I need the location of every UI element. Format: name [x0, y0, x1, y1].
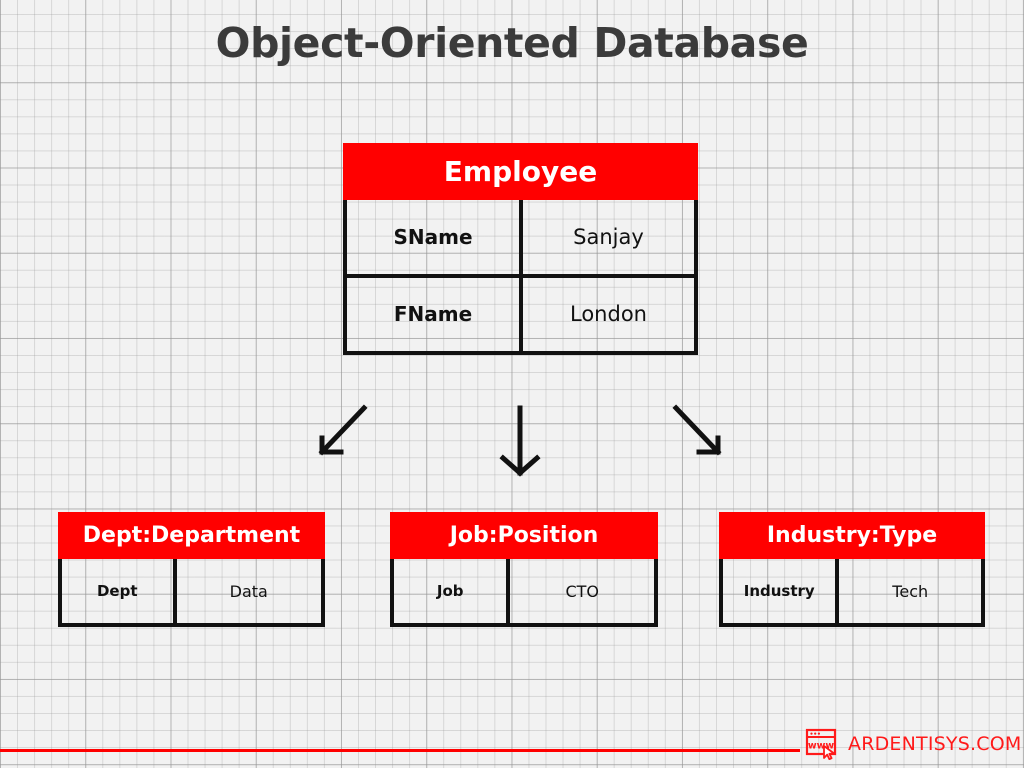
arrow-to-industry-icon [672, 404, 722, 456]
table-row: FName London [347, 277, 694, 351]
footer-branding: www ARDENTISYS.COM [805, 728, 1021, 760]
attribute-key: Dept [62, 559, 177, 623]
table-row: Dept Data [62, 559, 321, 623]
table-row: Job CTO [394, 559, 654, 623]
brand-name: ARDENTISYS.COM [848, 733, 1022, 755]
entity-card-industry: Industry:Type Industry Tech [719, 512, 985, 627]
page-title: Object-Oriented Database [215, 19, 809, 67]
entity-body-dept: Dept Data [58, 559, 325, 627]
entity-body-employee: SName Sanjay FName London [343, 200, 698, 355]
entity-card-employee: Employee SName Sanjay FName London [343, 143, 698, 355]
attribute-value: Sanjay [573, 224, 644, 249]
footer-divider [0, 749, 800, 752]
arrow-to-job-icon [499, 405, 541, 477]
attribute-key: FName [347, 277, 523, 351]
entity-header-employee: Employee [343, 143, 698, 200]
entity-card-job: Job:Position Job CTO [390, 512, 658, 627]
arrow-to-dept-icon [318, 404, 368, 456]
table-row: SName Sanjay [347, 200, 694, 278]
slide-canvas: Object-Oriented Database Employee SName … [0, 0, 1024, 768]
entity-header-dept: Dept:Department [58, 512, 325, 559]
attribute-value: Tech [892, 581, 929, 601]
entity-body-job: Job CTO [390, 559, 658, 627]
entity-card-dept: Dept:Department Dept Data [58, 512, 325, 627]
attribute-value: Data [229, 581, 268, 601]
entity-body-industry: Industry Tech [719, 559, 985, 627]
entity-header-job: Job:Position [390, 512, 658, 559]
attribute-key: Job [394, 559, 511, 623]
attribute-value: London [570, 302, 647, 327]
attribute-key: Industry [723, 559, 840, 623]
table-row: Industry Tech [723, 559, 981, 623]
attribute-key: SName [347, 200, 523, 274]
browser-window-cursor-icon: www [805, 728, 837, 760]
attribute-value: CTO [565, 581, 600, 601]
entity-header-industry: Industry:Type [719, 512, 985, 559]
